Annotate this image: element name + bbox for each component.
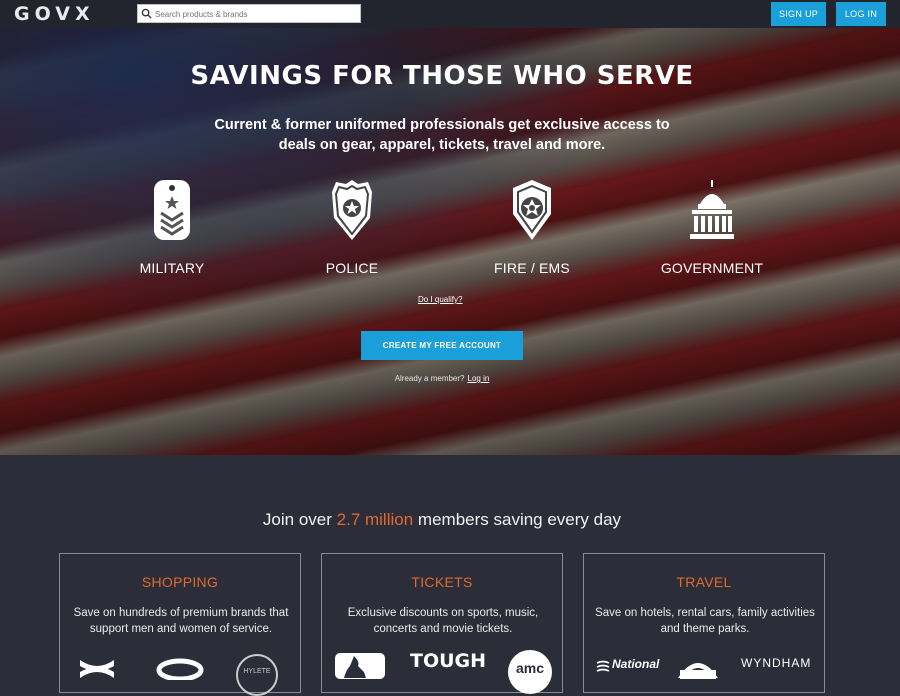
under-armour-logo — [80, 660, 114, 678]
tough-mudder-logo: TOUGH — [410, 650, 487, 672]
national-logo-text: National — [612, 657, 660, 671]
card-title: SHOPPING — [141, 574, 219, 590]
police-badge-icon — [332, 180, 372, 240]
card-tickets[interactable]: TICKETS Exclusive discounts on sports, m… — [321, 553, 563, 694]
create-account-button[interactable]: CREATE MY FREE ACCOUNT — [361, 331, 523, 360]
members-prefix: Join over — [262, 510, 332, 529]
members-count: 2.7 million — [336, 510, 414, 529]
hero-banner: SAVINGS FOR THOSE WHO SERVE Current & fo… — [0, 28, 900, 455]
oakley-logo — [156, 658, 204, 680]
card-title: TRAVEL — [676, 574, 732, 590]
top-bar: GOVX SIGN UP LOG IN — [0, 0, 900, 28]
card-brand-logos: HYLETE — [60, 650, 300, 696]
category-military[interactable]: MILITARY — [107, 178, 237, 276]
dog-tag-icon — [154, 180, 190, 240]
card-description: Save on hundreds of premium brands that … — [73, 607, 289, 635]
card-shopping[interactable]: SHOPPING Save on hundreds of premium bra… — [59, 553, 301, 696]
already-member-text: Already a member? Log in — [0, 374, 884, 383]
category-police[interactable]: POLICE — [287, 178, 417, 276]
fire-badge-icon — [513, 180, 551, 240]
log-in-link[interactable]: Log in — [468, 374, 490, 383]
category-government[interactable]: GOVERNMENT — [647, 178, 777, 276]
members-heading: Join over 2.7 million members saving eve… — [0, 510, 884, 530]
category-label: FIRE / EMS — [494, 260, 570, 276]
hylete-logo: HYLETE — [236, 654, 278, 696]
card-title: TICKETS — [411, 574, 473, 590]
hero-title: SAVINGS FOR THOSE WHO SERVE — [190, 61, 694, 91]
search-box[interactable] — [137, 4, 361, 23]
hylete-logo-text: HYLETE — [243, 668, 271, 675]
category-fire-ems[interactable]: FIRE / EMS — [467, 178, 597, 276]
card-description: Exclusive discounts on sports, music, co… — [347, 607, 539, 635]
already-member-label: Already a member? — [394, 374, 465, 383]
capitol-building-icon — [690, 180, 734, 239]
members-suffix: members saving every day — [417, 510, 622, 529]
card-description: Save on hotels, rental cars, family acti… — [595, 607, 815, 635]
card-travel[interactable]: TRAVEL Save on hotels, rental cars, fami… — [583, 553, 825, 693]
card-brand-logos: National WYNDHAM — [584, 650, 824, 680]
govx-logo[interactable]: GOVX — [14, 3, 95, 25]
category-label: MILITARY — [139, 260, 205, 276]
amc-logo-text: amc — [515, 660, 545, 676]
mlb-logo — [335, 653, 385, 679]
do-i-qualify-link[interactable]: Do I qualify? — [418, 295, 462, 304]
category-label: GOVERNMENT — [660, 260, 764, 276]
card-brand-logos: TOUGH amc — [322, 650, 562, 694]
wyndham-logo: WYNDHAM — [741, 656, 812, 670]
search-icon — [141, 8, 152, 19]
six-flags-logo — [678, 663, 718, 679]
amc-logo: amc — [508, 650, 552, 694]
hero-subtitle: Current & former uniformed professionals… — [214, 117, 670, 153]
log-in-button[interactable]: LOG IN — [836, 2, 886, 26]
search-input[interactable] — [153, 6, 357, 23]
national-flag-mark — [596, 660, 610, 672]
sign-up-button[interactable]: SIGN UP — [771, 2, 826, 26]
category-label: POLICE — [325, 260, 379, 276]
